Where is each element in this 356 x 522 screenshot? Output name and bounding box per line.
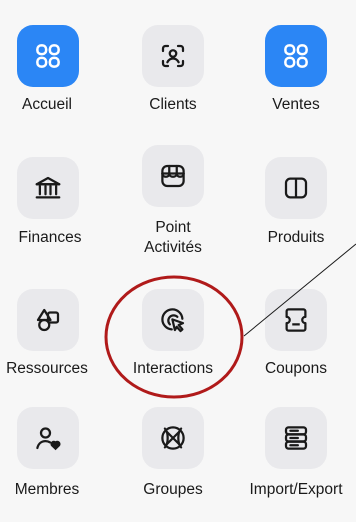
- pointer-line: [243, 243, 356, 337]
- highlight-annotation: [104, 243, 356, 399]
- app-grid-screen: { "apps": [ {"id": "accueil", "label": "…: [0, 0, 356, 522]
- highlight-circle: [104, 275, 244, 399]
